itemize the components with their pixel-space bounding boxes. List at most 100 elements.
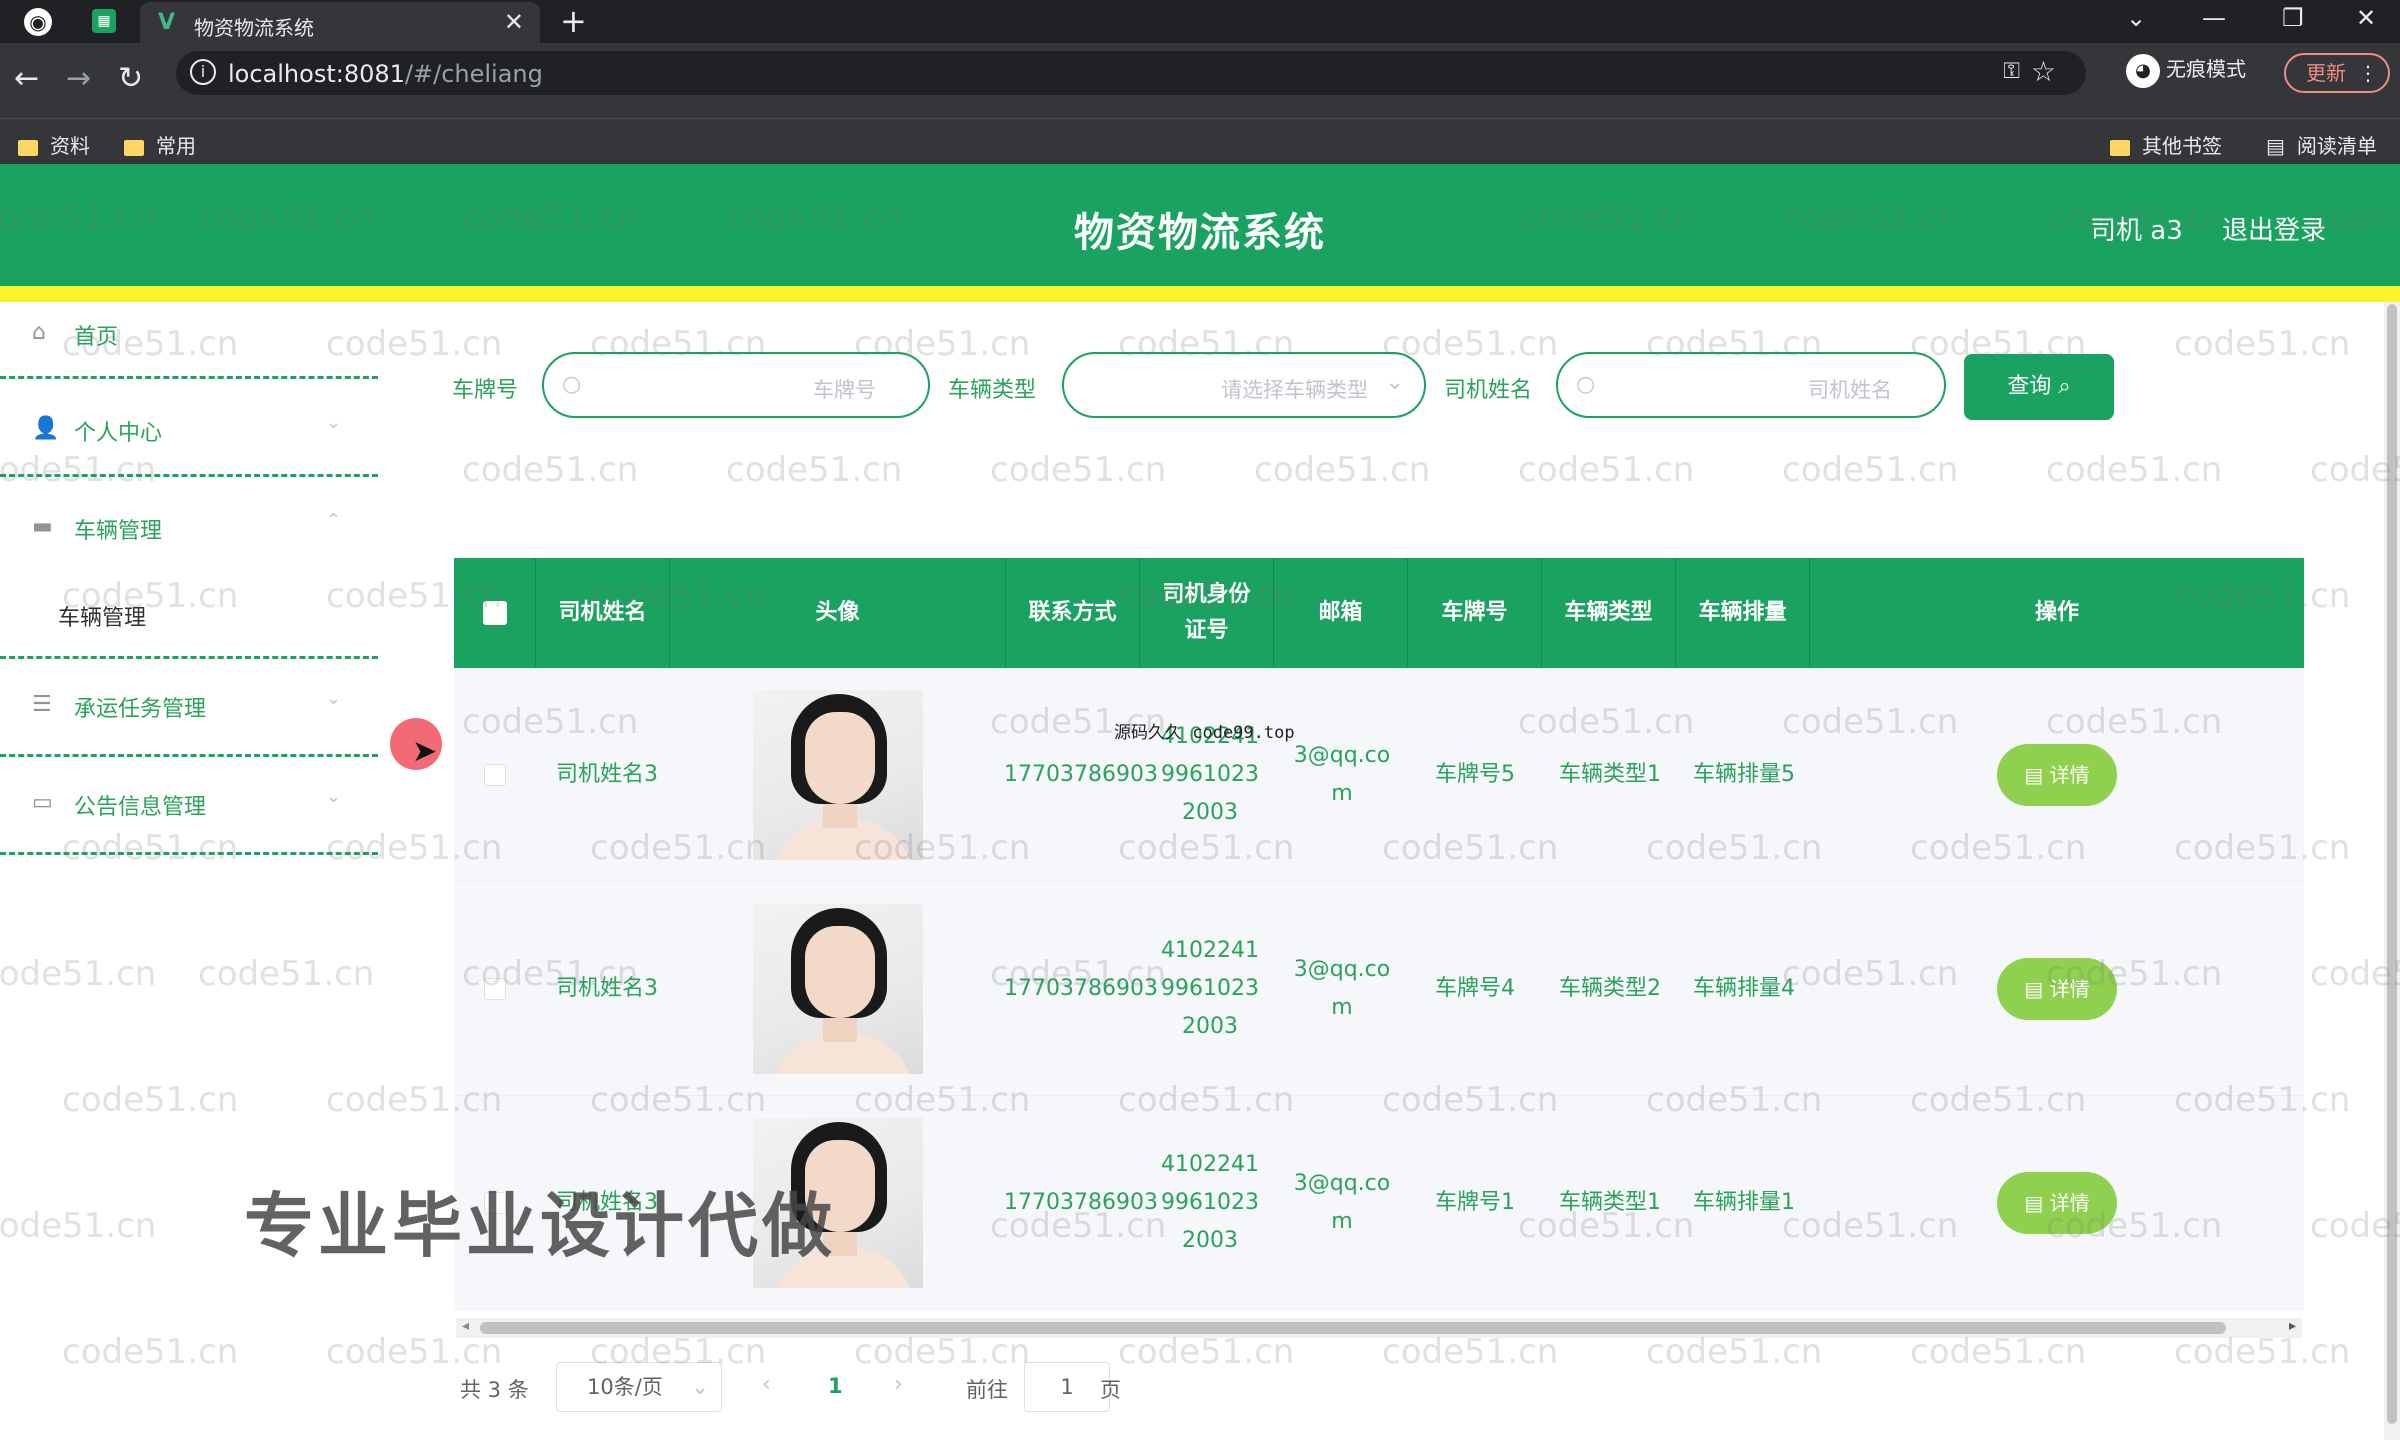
forward-icon[interactable]: → (66, 61, 91, 96)
incognito-indicator[interactable]: ◕ 无痕模式 (2126, 53, 2246, 88)
sidebar-item-profile[interactable]: 👤 个人中心 ⌄ (0, 398, 380, 462)
sidebar-item-notices[interactable]: ▭ 公告信息管理 ⌄ (0, 772, 380, 836)
detail-button[interactable]: ▤ 详情 (1997, 958, 2117, 1020)
more-menu-icon[interactable]: ⋮ (2358, 55, 2378, 91)
mouse-cursor-icon: ➤ (412, 734, 438, 769)
next-page-icon[interactable]: › (894, 1372, 903, 1397)
goto-label: 前往 (966, 1378, 1008, 1402)
browser-tab-active[interactable]: V 物资物流系统 ✕ (140, 2, 540, 43)
tab-title: 物资物流系统 (194, 16, 314, 40)
search-icon: ○ (1576, 372, 1596, 397)
column-header[interactable]: 头像 (670, 558, 1006, 668)
reload-icon[interactable]: ↻ (118, 61, 143, 96)
table-horizontal-scrollbar[interactable]: ◂ ▸ (456, 1318, 2302, 1338)
back-icon[interactable]: ← (14, 61, 39, 96)
folder-icon (2110, 139, 2130, 156)
plate-search-input[interactable]: ○ 车牌号 (542, 352, 930, 418)
chevron-down-icon: ⌄ (326, 412, 342, 433)
column-header[interactable]: 车辆排量 (1676, 558, 1810, 668)
update-button[interactable]: 更新 ⋮ (2284, 53, 2390, 93)
folder-icon (124, 139, 144, 156)
plate-label: 车牌号 (452, 378, 519, 403)
app-header: 物资物流系统 司机 a3 退出登录 (0, 164, 2400, 286)
page-title: 物资物流系统 (1074, 210, 1326, 256)
menu-divider (0, 754, 378, 757)
page-number[interactable]: 1 (828, 1374, 843, 1398)
table-header: 司机姓名 头像 联系方式 司机身份证号 邮箱 车牌号 车辆类型 车辆排量 操作 (454, 558, 2304, 668)
scrollbar-thumb[interactable] (2387, 304, 2397, 1424)
vehicle-type-placeholder: 请选择车辆类型 (1221, 378, 1368, 402)
phone-cell: 17703786903 (1004, 1190, 1158, 1215)
bookmark-star-icon[interactable]: ☆ (2031, 55, 2056, 88)
table-row[interactable]: 司机姓名3 17703786903 410224199610232003 3@q… (454, 668, 2304, 882)
browser-logo-icon[interactable]: ◉ (24, 8, 52, 36)
tab-favicon-icon[interactable]: ▦ (92, 9, 116, 33)
submenu-item-vehicles[interactable]: 车辆管理 (58, 600, 146, 632)
scrollbar-thumb[interactable] (480, 1322, 2226, 1334)
sidebar-item-home[interactable]: ⌂ 首页 (0, 302, 380, 366)
driver-name-cell: 司机姓名3 (556, 762, 658, 787)
tab-close-icon[interactable]: ✕ (504, 8, 524, 36)
address-bar[interactable]: i localhost:8081/#/cheliang ⚿ ☆ (176, 51, 2086, 95)
column-header[interactable]: 邮箱 (1274, 558, 1408, 668)
select-all-checkbox[interactable] (482, 601, 507, 625)
reading-list[interactable]: ▤ 阅读清单 (2266, 130, 2377, 159)
column-header[interactable]: 司机姓名 (536, 558, 670, 668)
restore-icon[interactable]: ❐ (2282, 4, 2304, 32)
column-header[interactable]: 联系方式 (1006, 558, 1140, 668)
menu-divider (0, 376, 378, 379)
email-cell: 3@qq.com (1293, 1171, 1391, 1234)
url-text[interactable]: localhost:8081/#/cheliang (228, 60, 543, 88)
idcard-cell: 410224199610232003 (1161, 938, 1259, 1039)
new-tab-icon[interactable]: + (560, 2, 587, 40)
user-icon: 👤 (32, 416, 60, 441)
promo-overlay: 专业毕业设计代做 (244, 1185, 836, 1267)
bookmark-folder-0[interactable]: 资料 (18, 130, 90, 159)
row-checkbox[interactable] (484, 978, 506, 1000)
scroll-right-icon[interactable]: ▸ (2289, 1318, 2296, 1334)
sidebar-item-tasks[interactable]: ☰ 承运任务管理 ⌄ (0, 674, 380, 738)
idcard-cell: 410224199610232003 (1161, 724, 1259, 825)
logout-link[interactable]: 退出登录 (2222, 210, 2326, 247)
chevron-down-icon: ⌄ (326, 786, 342, 807)
column-header[interactable]: 司机身份证号 (1140, 558, 1274, 668)
driver-name-input[interactable]: ○ 司机姓名 (1556, 352, 1946, 418)
prev-page-icon[interactable]: ‹ (762, 1372, 771, 1397)
displacement-cell: 车辆排量4 (1693, 976, 1795, 1001)
select-all-cell (454, 558, 536, 668)
column-header[interactable]: 车辆类型 (1542, 558, 1676, 668)
row-checkbox[interactable] (484, 764, 506, 786)
column-header[interactable]: 操作 (1810, 558, 2304, 668)
current-user[interactable]: 司机 a3 (2090, 210, 2183, 247)
detail-button[interactable]: ▤ 详情 (1997, 1172, 2117, 1234)
phone-cell: 17703786903 (1004, 762, 1158, 787)
table-row[interactable]: 司机姓名3 17703786903 410224199610232003 3@q… (454, 882, 2304, 1096)
other-bookmarks[interactable]: 其他书签 (2110, 130, 2222, 159)
tab-search-icon[interactable]: ⌄ (2126, 4, 2146, 32)
scroll-left-icon[interactable]: ◂ (462, 1318, 469, 1334)
bookmark-folder-1[interactable]: 常用 (124, 130, 196, 159)
driver-name-placeholder: 司机姓名 (1808, 378, 1892, 402)
password-key-icon[interactable]: ⚿ (2003, 59, 2020, 84)
driver-name-cell: 司机姓名3 (556, 976, 658, 1001)
page-size-select[interactable]: 10条/页 ⌄ (556, 1362, 722, 1412)
browser-toolbar: ← → ↻ i localhost:8081/#/cheliang ⚿ ☆ ◕ 无… (0, 43, 2400, 118)
chevron-down-icon: ⌄ (326, 688, 342, 709)
vehicle-type-select[interactable]: 请选择车辆类型 ⌄ (1062, 352, 1426, 418)
page-vertical-scrollbar[interactable] (2384, 302, 2400, 1440)
site-info-icon[interactable]: i (190, 59, 216, 85)
plate-cell: 车牌号4 (1435, 976, 1515, 1001)
minimize-icon[interactable]: — (2202, 4, 2226, 32)
sidebar-item-vehicles[interactable]: ▬ 车辆管理 ⌃ (0, 496, 380, 560)
detail-button[interactable]: ▤ 详情 (1997, 744, 2117, 806)
column-header[interactable]: 车牌号 (1408, 558, 1542, 668)
window-close-icon[interactable]: ✕ (2356, 4, 2376, 32)
search-icon: ○ (562, 372, 582, 397)
header-stripe (0, 286, 2400, 302)
browser-tab-bar: ◉ ▦ V 物资物流系统 ✕ + ⌄ — ❐ ✕ (0, 0, 2400, 43)
displacement-cell: 车辆排量1 (1693, 1190, 1795, 1215)
overlay-note: 源码久久 code99.top (1114, 723, 1295, 743)
query-button[interactable]: 查询 ⌕ (1964, 354, 2114, 420)
goto-page-input[interactable]: 1 (1024, 1362, 1110, 1412)
plate-placeholder: 车牌号 (813, 378, 876, 402)
